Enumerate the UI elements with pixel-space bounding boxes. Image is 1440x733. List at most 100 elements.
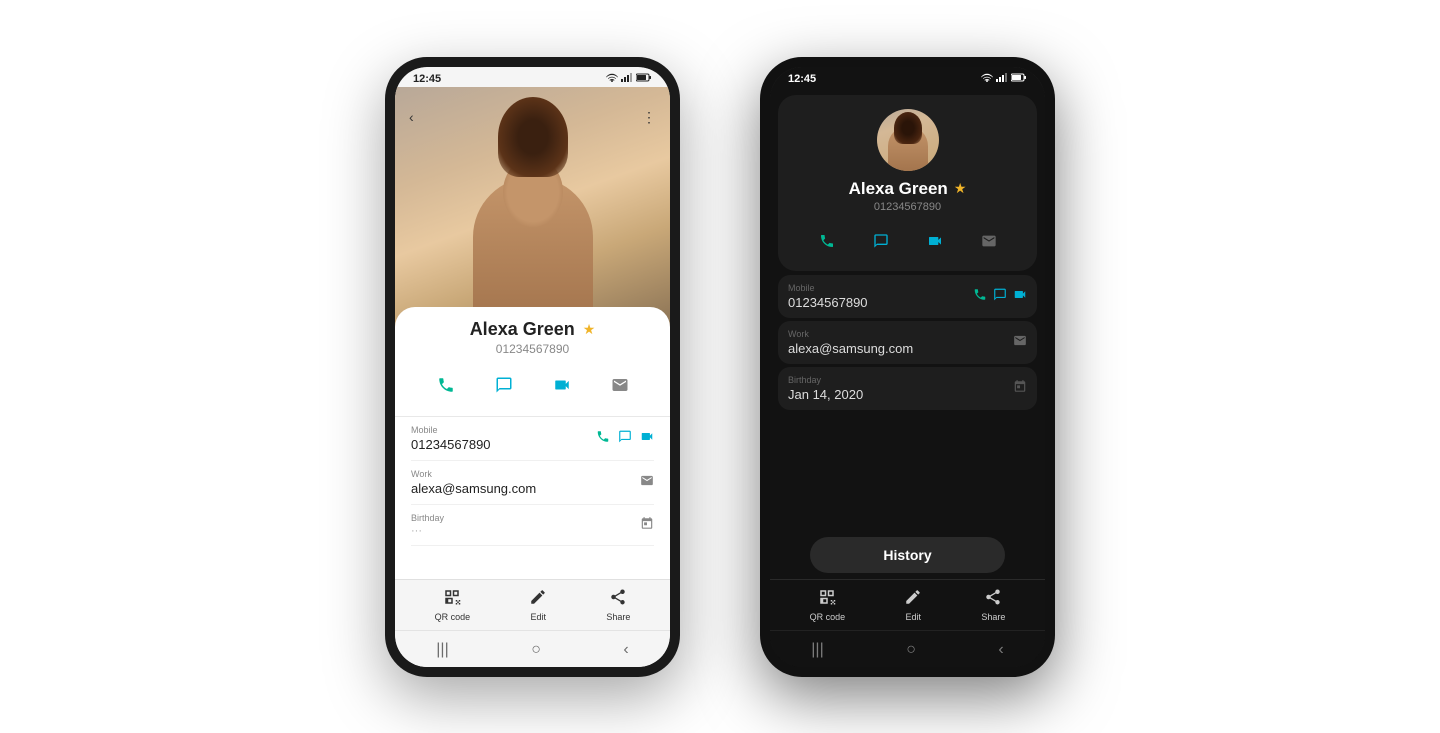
dark-avatar bbox=[877, 109, 939, 171]
phones-container: 12:45 bbox=[0, 37, 1440, 697]
message-button-light[interactable] bbox=[485, 366, 523, 404]
contact-photo-light: ‹ ⋮ bbox=[395, 87, 670, 327]
dark-birthday-actions bbox=[1013, 380, 1027, 397]
dark-action-buttons bbox=[809, 223, 1007, 259]
share-button-light[interactable]: Share bbox=[606, 588, 630, 622]
contact-info-card-light: Alexa Green ★ 01234567890 bbox=[395, 307, 670, 417]
share-icon-light bbox=[609, 588, 627, 610]
status-icons-light bbox=[606, 73, 652, 84]
dark-mobile-call-icon[interactable] bbox=[973, 288, 987, 305]
birthday-calendar-icon[interactable] bbox=[640, 516, 654, 533]
qr-icon-light bbox=[443, 588, 461, 610]
mobile-call-icon[interactable] bbox=[596, 430, 610, 447]
dark-video-button[interactable] bbox=[917, 223, 953, 259]
back-button-light[interactable]: ‹ bbox=[409, 109, 414, 126]
dark-work-value: alexa@samsung.com bbox=[788, 341, 1027, 356]
history-button[interactable]: History bbox=[810, 537, 1004, 573]
nav-back-light[interactable]: ‹ bbox=[623, 641, 628, 659]
dark-work-label: Work bbox=[788, 329, 1027, 339]
qr-label-dark: QR code bbox=[810, 612, 846, 622]
work-label: Work bbox=[411, 469, 654, 479]
dark-avatar-hair bbox=[894, 112, 922, 144]
dark-contact-name: Alexa Green bbox=[849, 179, 948, 199]
share-icon-dark bbox=[984, 588, 1002, 610]
status-bar-dark: 12:45 bbox=[770, 67, 1045, 87]
edit-button-light[interactable]: Edit bbox=[529, 588, 547, 622]
birthday-detail-row: Birthday ··· bbox=[411, 505, 654, 546]
dark-birthday-calendar-icon[interactable] bbox=[1013, 380, 1027, 397]
signal-icon-dark bbox=[996, 73, 1008, 84]
edit-label-light: Edit bbox=[530, 612, 546, 622]
dark-email-button[interactable] bbox=[971, 223, 1007, 259]
status-time-dark: 12:45 bbox=[788, 73, 816, 85]
dark-mobile-row: Mobile 01234567890 bbox=[778, 275, 1037, 318]
work-value: alexa@samsung.com bbox=[411, 481, 654, 496]
work-detail-row: Work alexa@samsung.com bbox=[411, 461, 654, 505]
work-mail-icon[interactable] bbox=[640, 474, 654, 491]
bottom-toolbar-dark: QR code Edit Share bbox=[770, 579, 1045, 630]
work-actions bbox=[640, 474, 654, 491]
mobile-detail-row: Mobile 01234567890 bbox=[411, 417, 654, 461]
share-button-dark[interactable]: Share bbox=[981, 588, 1005, 622]
dark-mobile-msg-icon[interactable] bbox=[993, 288, 1007, 305]
dark-favorite-star[interactable]: ★ bbox=[954, 180, 967, 197]
birthday-label: Birthday bbox=[411, 513, 654, 523]
battery-icon-dark bbox=[1011, 73, 1027, 84]
bottom-toolbar-light: QR code Edit Share bbox=[395, 579, 670, 630]
qr-code-button-light[interactable]: QR code bbox=[435, 588, 471, 622]
nav-back-dark[interactable]: ‹ bbox=[998, 641, 1003, 659]
dark-mobile-video-icon[interactable] bbox=[1013, 288, 1027, 305]
nav-bar-dark: ||| ○ ‹ bbox=[770, 630, 1045, 667]
edit-label-dark: Edit bbox=[905, 612, 921, 622]
divider-light bbox=[395, 416, 670, 417]
nav-home-dark[interactable]: ○ bbox=[906, 641, 916, 659]
more-button-light[interactable]: ⋮ bbox=[642, 109, 656, 126]
phone-dark: 12:45 bbox=[760, 57, 1055, 677]
dark-work-row: Work alexa@samsung.com bbox=[778, 321, 1037, 364]
qr-code-button-dark[interactable]: QR code bbox=[810, 588, 846, 622]
dark-birthday-value: Jan 14, 2020 bbox=[788, 387, 1027, 402]
name-row-light: Alexa Green ★ bbox=[411, 319, 654, 340]
video-button-light[interactable] bbox=[543, 366, 581, 404]
dark-name-row: Alexa Green ★ bbox=[849, 179, 967, 199]
status-time-light: 12:45 bbox=[413, 73, 441, 85]
status-bar-light: 12:45 bbox=[395, 67, 670, 87]
phone-light: 12:45 bbox=[385, 57, 680, 677]
light-phone-screen: 12:45 bbox=[395, 67, 670, 667]
edit-button-dark[interactable]: Edit bbox=[904, 588, 922, 622]
details-section-light: Mobile 01234567890 bbox=[395, 417, 670, 579]
dark-message-button[interactable] bbox=[863, 223, 899, 259]
call-button-light[interactable] bbox=[427, 366, 465, 404]
contact-name-light: Alexa Green bbox=[470, 319, 575, 340]
mobile-msg-icon[interactable] bbox=[618, 430, 632, 447]
contact-phone-light: 01234567890 bbox=[411, 342, 654, 356]
dark-phone-screen: 12:45 bbox=[770, 67, 1045, 667]
favorite-star-light[interactable]: ★ bbox=[583, 321, 596, 338]
birthday-actions bbox=[640, 516, 654, 533]
nav-menu-light[interactable]: ||| bbox=[436, 641, 448, 659]
dark-birthday-row: Birthday Jan 14, 2020 bbox=[778, 367, 1037, 410]
wifi-icon-dark bbox=[981, 73, 993, 84]
qr-label-light: QR code bbox=[435, 612, 471, 622]
status-icons-dark bbox=[981, 73, 1027, 84]
nav-home-light[interactable]: ○ bbox=[531, 641, 541, 659]
email-button-light[interactable] bbox=[601, 366, 639, 404]
dark-work-mail-icon[interactable] bbox=[1013, 334, 1027, 351]
share-label-light: Share bbox=[606, 612, 630, 622]
birthday-value: ··· bbox=[411, 525, 654, 537]
signal-icon-light bbox=[621, 73, 633, 84]
nav-menu-dark[interactable]: ||| bbox=[811, 641, 823, 659]
dark-content: Alexa Green ★ 01234567890 bbox=[770, 87, 1045, 667]
dark-contact-card: Alexa Green ★ 01234567890 bbox=[778, 95, 1037, 271]
mobile-actions bbox=[596, 430, 654, 447]
dark-birthday-label: Birthday bbox=[788, 375, 1027, 385]
share-label-dark: Share bbox=[981, 612, 1005, 622]
mobile-video-icon[interactable] bbox=[640, 430, 654, 447]
dark-contact-phone: 01234567890 bbox=[874, 201, 941, 213]
top-nav-light: ‹ ⋮ bbox=[395, 109, 670, 126]
qr-icon-dark bbox=[818, 588, 836, 610]
dark-mobile-actions bbox=[973, 288, 1027, 305]
dark-call-button[interactable] bbox=[809, 223, 845, 259]
edit-icon-dark bbox=[904, 588, 922, 610]
nav-bar-light: ||| ○ ‹ bbox=[395, 630, 670, 667]
